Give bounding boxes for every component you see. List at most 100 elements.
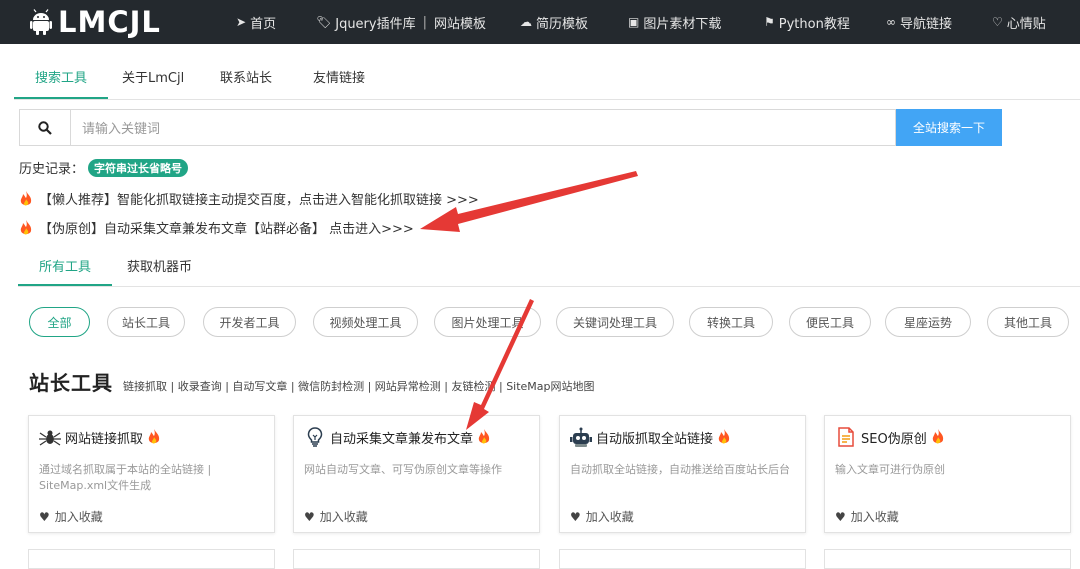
card-description: 网站自动写文章、可写伪原创文章等操作 <box>304 463 502 476</box>
image-icon: ▣ <box>628 15 640 29</box>
category-horoscope[interactable]: 星座运势 <box>885 307 971 337</box>
tool-card-partial[interactable] <box>824 549 1071 569</box>
tag-icon: 🏷 <box>316 15 332 29</box>
category-convenience[interactable]: 便民工具 <box>789 307 871 337</box>
android-icon <box>30 9 52 35</box>
tool-card[interactable]: 自动采集文章兼发布文章 网站自动写文章、可写伪原创文章等操作 ♥ 加入收藏 <box>293 415 540 533</box>
robot-icon <box>570 426 592 448</box>
category-all[interactable]: 全部 <box>29 307 90 337</box>
favorite-label: 加入收藏 <box>319 510 368 524</box>
tool-card[interactable]: SEO伪原创 输入文章可进行伪原创 ♥ 加入收藏 <box>824 415 1071 533</box>
history-tag[interactable]: 字符串过长省略号 <box>88 158 189 177</box>
notice-link-2[interactable]: 【伪原创】自动采集文章兼发布文章【站群必备】 点击进入>>> <box>19 218 414 237</box>
notice-link-1[interactable]: 【懒人推荐】智能化抓取链接主动提交百度，点击进入智能化抓取链接 >>> <box>19 189 479 208</box>
nav-jquery-label: Jquery插件库 <box>335 16 416 32</box>
category-other[interactable]: 其他工具 <box>987 307 1069 337</box>
nav-resume-label: 简历模板 <box>536 16 589 32</box>
nav-resume[interactable]: ☁ 简历模板 <box>520 0 588 44</box>
tab-contact[interactable]: 联系站长 <box>220 60 272 99</box>
card-header: 自动采集文章兼发布文章 <box>304 426 497 448</box>
nav-jquery[interactable]: 🏷 Jquery插件库 | 网站模板 <box>316 0 486 44</box>
category-convert[interactable]: 转换工具 <box>689 307 773 337</box>
card-title: SEO伪原创 <box>861 431 927 447</box>
search-icon-button[interactable] <box>20 110 71 145</box>
lightbulb-icon <box>304 426 326 448</box>
link-icon: ∞ <box>886 15 896 29</box>
tab-friend-links[interactable]: 友情链接 <box>313 60 365 99</box>
nav-home[interactable]: ➤ 首页 <box>236 0 276 44</box>
category-keyword[interactable]: 关键词处理工具 <box>556 307 674 337</box>
cloud-download-icon: ☁ <box>520 15 532 29</box>
category-webmaster[interactable]: 站长工具 <box>107 307 185 337</box>
card-header: 网站链接抓取 <box>39 426 167 448</box>
global-search-button[interactable]: 全站搜索一下 <box>896 109 1002 146</box>
tab-about[interactable]: 关于LmCjl <box>122 60 184 99</box>
heart-icon: ♥ <box>39 509 50 524</box>
card-header: 自动版抓取全站链接 <box>570 426 737 448</box>
notice-text-1: 【懒人推荐】智能化抓取链接主动提交百度，点击进入智能化抓取链接 >>> <box>39 193 479 208</box>
heart-icon: ♥ <box>835 509 846 524</box>
fire-icon <box>932 429 943 444</box>
nav-mood-label: 心情贴 <box>1006 16 1046 32</box>
tab-all-tools[interactable]: 所有工具 <box>18 253 112 286</box>
tab-get-coins[interactable]: 获取机器币 <box>127 253 192 286</box>
favorite-label: 加入收藏 <box>54 510 103 524</box>
search-input[interactable] <box>80 118 884 140</box>
spider-icon <box>39 426 61 448</box>
card-header: SEO伪原创 <box>835 426 951 448</box>
category-video[interactable]: 视频处理工具 <box>313 307 418 337</box>
site-logo[interactable]: LMCJL <box>30 6 161 38</box>
section-title: 站长工具 <box>29 371 113 395</box>
card-description: 输入文章可进行伪原创 <box>835 463 945 476</box>
nav-python[interactable]: ⚑ Python教程 <box>764 0 850 44</box>
card-description: 自动抓取全站链接，自动推送给百度站长后台 <box>570 463 790 476</box>
nav-python-label: Python教程 <box>778 16 850 32</box>
nav-template-label[interactable]: 网站模板 <box>434 13 486 32</box>
tool-card[interactable]: 自动版抓取全站链接 自动抓取全站链接，自动推送给百度站长后台 ♥ 加入收藏 <box>559 415 806 533</box>
fire-icon <box>718 429 730 444</box>
nav-images[interactable]: ▣ 图片素材下载 <box>628 0 721 44</box>
favorite-label: 加入收藏 <box>585 510 634 524</box>
section-header: 站长工具 链接抓取 | 收录查询 | 自动写文章 | 微信防封检测 | 网站异常… <box>29 367 595 396</box>
fire-icon <box>20 190 32 205</box>
search-box <box>19 109 896 146</box>
favorite-button[interactable]: ♥ 加入收藏 <box>570 508 634 525</box>
heart-icon: ♥ <box>570 509 581 524</box>
card-description: 通过域名抓取属于本站的全站链接 | SiteMap.xml文件生成 <box>39 463 212 492</box>
nav-links-label: 导航链接 <box>900 16 953 32</box>
nav-home-label: 首页 <box>250 16 277 32</box>
tool-tabs: 所有工具 获取机器币 <box>18 253 1080 287</box>
card-title: 自动版抓取全站链接 <box>596 431 714 447</box>
logo-text: LMCJL <box>58 5 161 39</box>
notice-text-2: 【伪原创】自动采集文章兼发布文章【站群必备】 点击进入>>> <box>39 222 414 237</box>
heart-icon: ♥ <box>304 509 315 524</box>
tool-card-partial[interactable] <box>28 549 275 569</box>
search-icon <box>38 120 52 135</box>
favorite-label: 加入收藏 <box>850 510 899 524</box>
paper-plane-icon: ➤ <box>236 15 247 29</box>
nav-images-label: 图片素材下载 <box>643 16 722 32</box>
tool-card-partial[interactable] <box>293 549 540 569</box>
favorite-button[interactable]: ♥ 加入收藏 <box>304 508 368 525</box>
tab-search-tools[interactable]: 搜索工具 <box>14 60 108 99</box>
document-icon <box>835 426 857 448</box>
favorite-button[interactable]: ♥ 加入收藏 <box>39 508 103 525</box>
nav-separator: | <box>422 14 427 30</box>
nav-mood[interactable]: ♡ 心情贴 <box>992 0 1046 44</box>
search-history: 历史记录： 字符串过长省略号 <box>19 158 189 177</box>
signpost-icon: ⚑ <box>764 15 775 29</box>
history-label: 历史记录： <box>19 162 85 177</box>
main-tabs: 搜索工具 关于LmCjl 联系站长 友情链接 <box>14 60 1080 100</box>
heart-icon: ♡ <box>992 15 1003 29</box>
fire-icon <box>20 219 32 234</box>
tool-card-partial[interactable] <box>559 549 806 569</box>
tool-card[interactable]: 网站链接抓取 通过域名抓取属于本站的全站链接 | SiteMap.xml文件生成… <box>28 415 275 533</box>
nav-links[interactable]: ∞ 导航链接 <box>886 0 952 44</box>
category-image[interactable]: 图片处理工具 <box>434 307 541 337</box>
card-title: 自动采集文章兼发布文章 <box>330 431 474 447</box>
category-developer[interactable]: 开发者工具 <box>203 307 296 337</box>
section-links[interactable]: 链接抓取 | 收录查询 | 自动写文章 | 微信防封检测 | 网站异常检测 | … <box>123 378 595 394</box>
card-title: 网站链接抓取 <box>65 431 144 447</box>
fire-icon <box>478 429 490 444</box>
favorite-button[interactable]: ♥ 加入收藏 <box>835 508 899 525</box>
